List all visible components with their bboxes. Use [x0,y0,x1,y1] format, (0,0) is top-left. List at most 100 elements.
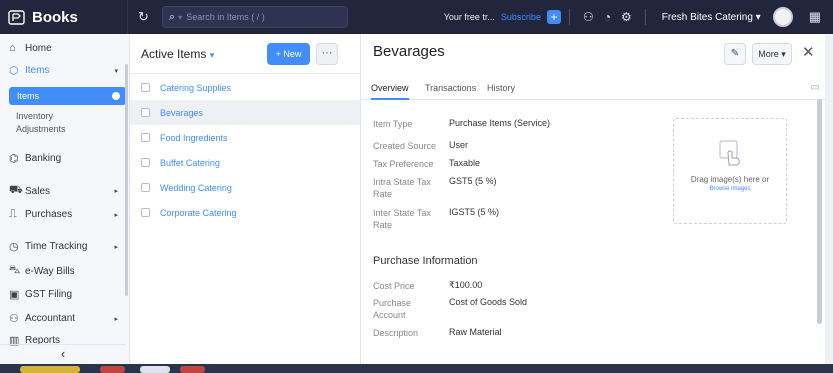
sidebar-scrollbar[interactable] [125,64,128,296]
row-checkbox[interactable] [141,158,150,167]
close-icon[interactable]: ✕ [802,43,815,61]
trial-text: Your free tr... [443,12,495,22]
add-item-icon[interactable] [112,92,120,100]
tab-overview[interactable]: Overview [371,83,409,100]
item-detail-panel: Bevarages ✎ More ▾ ✕ Overview Transactio… [362,34,825,364]
sidebar-label: Banking [25,153,62,164]
row-checkbox[interactable] [141,108,150,117]
settings-gear-icon[interactable]: ⚙ [621,10,632,24]
search-input[interactable]: ⌕ ▾ Search in Items ( / ) [162,6,348,28]
list-item-selected[interactable]: Bevarages [130,100,360,125]
sidebar-item-time-tracking[interactable]: ◷ Time Tracking ▸ [0,240,126,253]
cart-icon: ⛟ [9,184,23,196]
item-name-link[interactable]: Corporate Catering [160,208,237,218]
user-avatar[interactable] [772,7,793,27]
sidebar-item-sales[interactable]: ⛟ Sales ▸ [0,184,126,198]
accountant-icon: ⚇ [9,313,19,325]
document-icon: ▣ [9,289,20,301]
list-view-selector[interactable]: Active Items ▾ [141,47,214,61]
refresh-icon[interactable]: ↻ [138,9,154,25]
sidebar-item-items[interactable]: ⬡ Items ▾ [0,64,126,77]
org-name: Fresh Bites Catering [661,11,753,23]
list-item[interactable]: Food Ingredients [130,125,360,150]
browse-images-link[interactable]: Browse images [674,186,786,192]
chevron-right-icon: ▸ [114,315,118,323]
row-checkbox[interactable] [141,133,150,142]
search-dropdown-icon[interactable]: ▾ [178,13,182,22]
list-item[interactable]: Corporate Catering [130,200,360,225]
app-brand[interactable]: Books [0,0,128,34]
clock-icon: ◷ [9,241,19,253]
field-label: Tax Preference [373,159,434,169]
apps-grid-icon[interactable]: ▦ [809,9,821,25]
comments-icon[interactable]: ▭ [811,82,820,93]
list-item[interactable]: Catering Supplies [130,75,360,100]
bag-icon: ⎍ [9,208,17,220]
more-actions-button[interactable]: ··· [316,43,338,65]
collapse-sidebar-button[interactable]: ‹ [0,344,126,364]
more-label: More [758,49,779,59]
more-dropdown-button[interactable]: More ▾ [752,43,792,65]
item-title: Bevarages [373,43,445,60]
sidebar-label: Inventory Adjustments [16,111,66,134]
sidebar-item-gst-filing[interactable]: ▣ GST Filing [0,288,126,301]
search-icon: ⌕ [169,10,176,23]
purchase-information-heading: Purchase Information [373,255,478,267]
sidebar-item-banking[interactable]: ⌬ Banking [0,152,126,165]
quick-create-button[interactable]: + [546,10,561,24]
sidebar-item-accountant[interactable]: ⚇ Accountant ▸ [0,312,126,325]
taskbar-app-icon[interactable] [100,366,125,373]
chevron-right-icon: ▸ [114,188,118,195]
sidebar-label: e-Way Bills [25,265,75,277]
list-title: Active Items [141,46,207,61]
taskbar-app-icon[interactable] [180,366,205,373]
sidebar-label: Items [25,65,50,76]
search-placeholder: Search in Items ( / ) [186,12,265,22]
item-name-link[interactable]: Wedding Catering [160,183,232,193]
field-value: User [449,140,469,150]
field-label: Description [373,328,419,338]
sidebar-subitem-items[interactable]: Items [9,87,126,105]
field-value: GST5 (5 %) [449,176,497,186]
sidebar-item-purchases[interactable]: ⎍ Purchases ▸ [0,208,126,221]
subscribe-link[interactable]: Subscribe [501,12,541,22]
sidebar-subitem-inventory-adjustments[interactable]: Inventory Adjustments [0,110,100,136]
referral-icon[interactable]: ⚇ [583,10,594,24]
list-item[interactable]: Wedding Catering [130,175,360,200]
row-checkbox[interactable] [141,83,150,92]
new-item-button[interactable]: + New [267,43,310,65]
notification-bell-icon[interactable]: ◔ [604,10,611,24]
row-checkbox[interactable] [141,208,150,217]
items-icon: ⬡ [9,65,19,77]
organization-switcher[interactable]: Fresh Bites Catering ▾ [662,12,761,23]
field-value: Cost of Goods Sold [449,297,528,307]
field-label: Inter State Tax Rate [373,208,431,230]
taskbar-app-icon[interactable] [20,366,80,373]
edit-button[interactable]: ✎ [724,43,746,65]
item-name-link[interactable]: Catering Supplies [160,83,231,93]
image-upload-dropzone[interactable]: Drag image(s) here or Browse images [673,118,787,224]
sidebar-label: Items [17,91,40,101]
field-label: Intra State Tax Rate [373,177,431,199]
field-label: Cost Price [373,281,415,291]
item-name-link[interactable]: Food Ingredients [160,133,228,143]
tab-history[interactable]: History [487,83,515,93]
sidebar-label: Sales [25,185,51,197]
item-name-link[interactable]: Bevarages [160,108,203,118]
detail-scrollbar[interactable] [817,99,822,324]
taskbar-app-icon[interactable] [140,366,170,373]
image-upload-icon [674,139,786,170]
truck-icon: ⛍ [9,264,21,276]
sidebar-label: GST Filing [25,289,73,300]
home-icon: ⌂ [9,42,16,54]
sidebar-item-home[interactable]: ⌂ Home [0,42,126,54]
sidebar-item-eway-bills[interactable]: ⛍ e-Way Bills [0,264,126,278]
item-name-link[interactable]: Buffet Catering [160,158,220,168]
tab-transactions[interactable]: Transactions [425,83,476,93]
row-checkbox[interactable] [141,183,150,192]
sidebar-label: Time Tracking [25,241,88,252]
chevron-down-icon: ▾ [209,49,215,60]
pencil-icon: ✎ [730,48,740,59]
divider [568,9,570,25]
list-item[interactable]: Buffet Catering [130,150,360,175]
